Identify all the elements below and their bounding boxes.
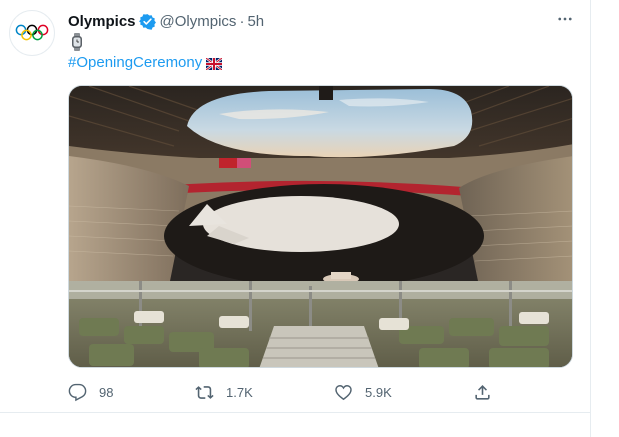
retweet-icon [195, 385, 214, 399]
retweet-button[interactable]: 1.7K [195, 380, 253, 404]
tweet-photo[interactable] [68, 85, 573, 368]
share-icon [475, 384, 490, 400]
separator-dot: · [239, 12, 245, 30]
flag-emoji [205, 56, 223, 71]
like-count: 5.9K [365, 384, 392, 400]
tweet-header: Olympics @Olympics · 5h [68, 11, 264, 31]
reply-icon [68, 383, 87, 401]
author-name[interactable]: Olympics [68, 13, 136, 30]
tweet-divider [0, 412, 590, 413]
hashtag-link[interactable]: #OpeningCeremony [68, 54, 202, 71]
stadium-photo [69, 86, 572, 367]
like-button[interactable]: 5.9K [334, 380, 392, 404]
share-button[interactable] [473, 380, 492, 404]
tweet-card[interactable]: Olympics @Olympics · 5h #OpeningCeremony… [0, 0, 590, 437]
author-handle[interactable]: @Olympics [160, 13, 237, 30]
timestamp[interactable]: 5h [247, 13, 264, 30]
timeline-border [590, 0, 591, 437]
avatar[interactable] [9, 10, 55, 56]
verified-badge-icon [138, 13, 156, 30]
more-options-icon[interactable] [555, 10, 575, 30]
retweet-count: 1.7K [226, 384, 253, 400]
tweet-actions: 98 1.7K 5.9K [68, 380, 538, 404]
heart-icon [335, 384, 352, 400]
olympic-rings-logo [15, 24, 49, 41]
reply-button[interactable]: 98 [68, 380, 113, 404]
hashtag-line: #OpeningCeremony [68, 54, 223, 71]
watch-emoji [69, 33, 85, 51]
reply-count: 98 [99, 384, 114, 400]
